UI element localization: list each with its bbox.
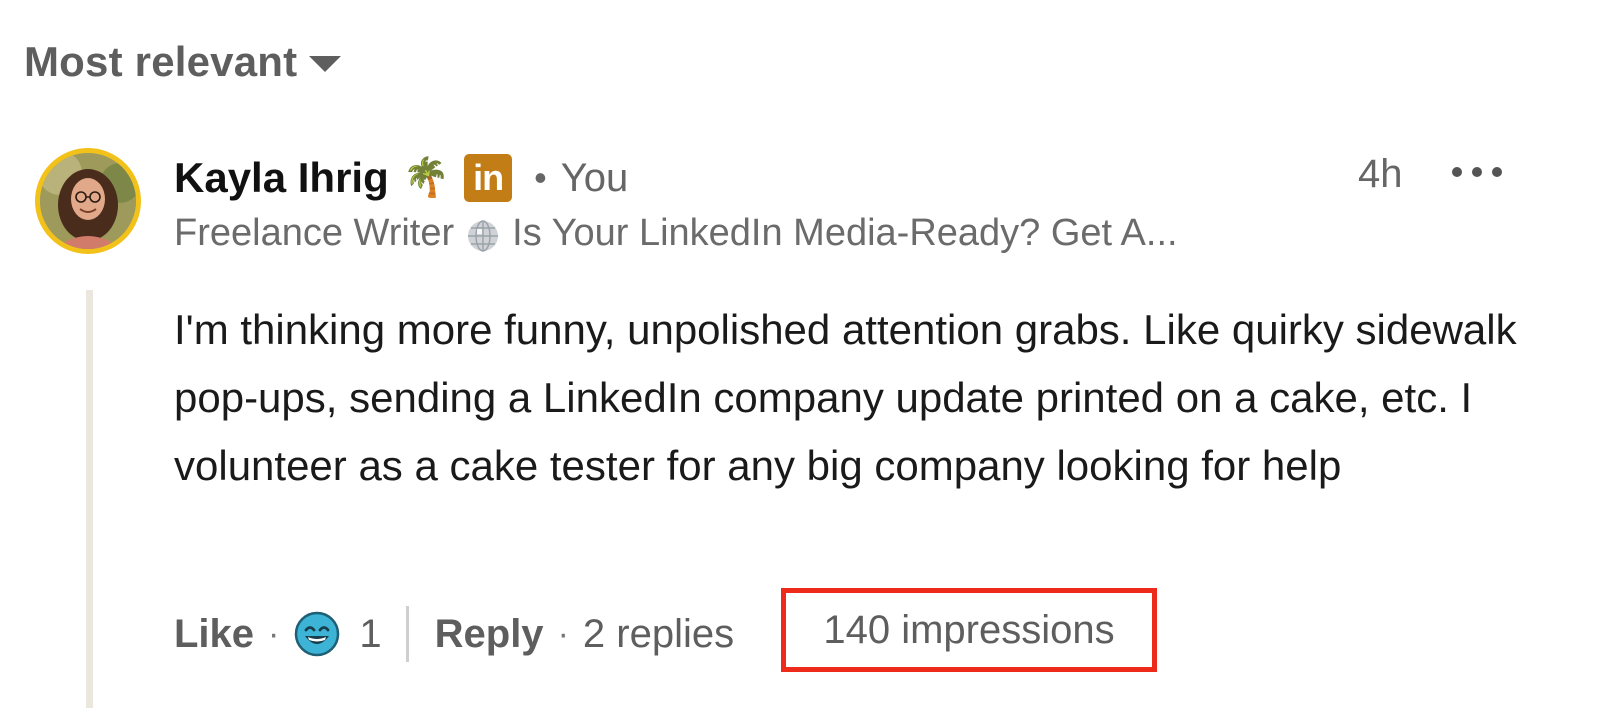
more-dot-icon xyxy=(1452,167,1462,177)
caret-down-icon xyxy=(309,56,342,72)
you-label: You xyxy=(560,155,629,200)
impressions-highlight: 140 impressions xyxy=(781,588,1157,672)
more-options-button[interactable] xyxy=(1452,160,1502,184)
more-dot-icon xyxy=(1472,167,1482,177)
more-dot-icon xyxy=(1492,167,1502,177)
avatar-photo xyxy=(40,153,136,249)
disco-ball-icon xyxy=(468,219,499,252)
headline-end: Is Your LinkedIn Media-Ready? Get A... xyxy=(512,212,1178,254)
sort-dropdown[interactable]: Most relevant xyxy=(24,38,342,86)
author-headline[interactable]: Freelance Writer Is Your LinkedIn Media-… xyxy=(174,212,1178,255)
thread-line xyxy=(86,290,93,708)
headline-start: Freelance Writer xyxy=(174,212,455,254)
separator-dot: · xyxy=(557,614,569,653)
separator-dot: • xyxy=(534,157,547,198)
impressions-count[interactable]: 140 impressions xyxy=(823,608,1114,653)
laughing-face-icon[interactable] xyxy=(293,610,341,658)
replies-link[interactable]: 2 replies xyxy=(583,612,734,657)
sort-label: Most relevant xyxy=(24,38,298,85)
comment-time: 4h xyxy=(1358,152,1403,196)
reply-button[interactable]: Reply xyxy=(435,612,544,657)
avatar[interactable] xyxy=(35,148,141,254)
reaction-count[interactable]: 1 xyxy=(359,612,381,657)
linkedin-badge-icon: in xyxy=(464,154,513,202)
comment-header: Kayla Ihrig 🌴 in • You xyxy=(174,150,628,206)
action-divider xyxy=(405,606,409,662)
separator-dot: · xyxy=(268,614,280,653)
like-button[interactable]: Like xyxy=(174,612,254,657)
comment-actions: Like · 1 Reply · 2 replies xyxy=(174,602,734,666)
author-name[interactable]: Kayla Ihrig xyxy=(174,154,389,202)
comment-text: I'm thinking more funny, unpolished atte… xyxy=(174,306,1517,489)
palm-tree-icon: 🌴 xyxy=(402,157,451,199)
